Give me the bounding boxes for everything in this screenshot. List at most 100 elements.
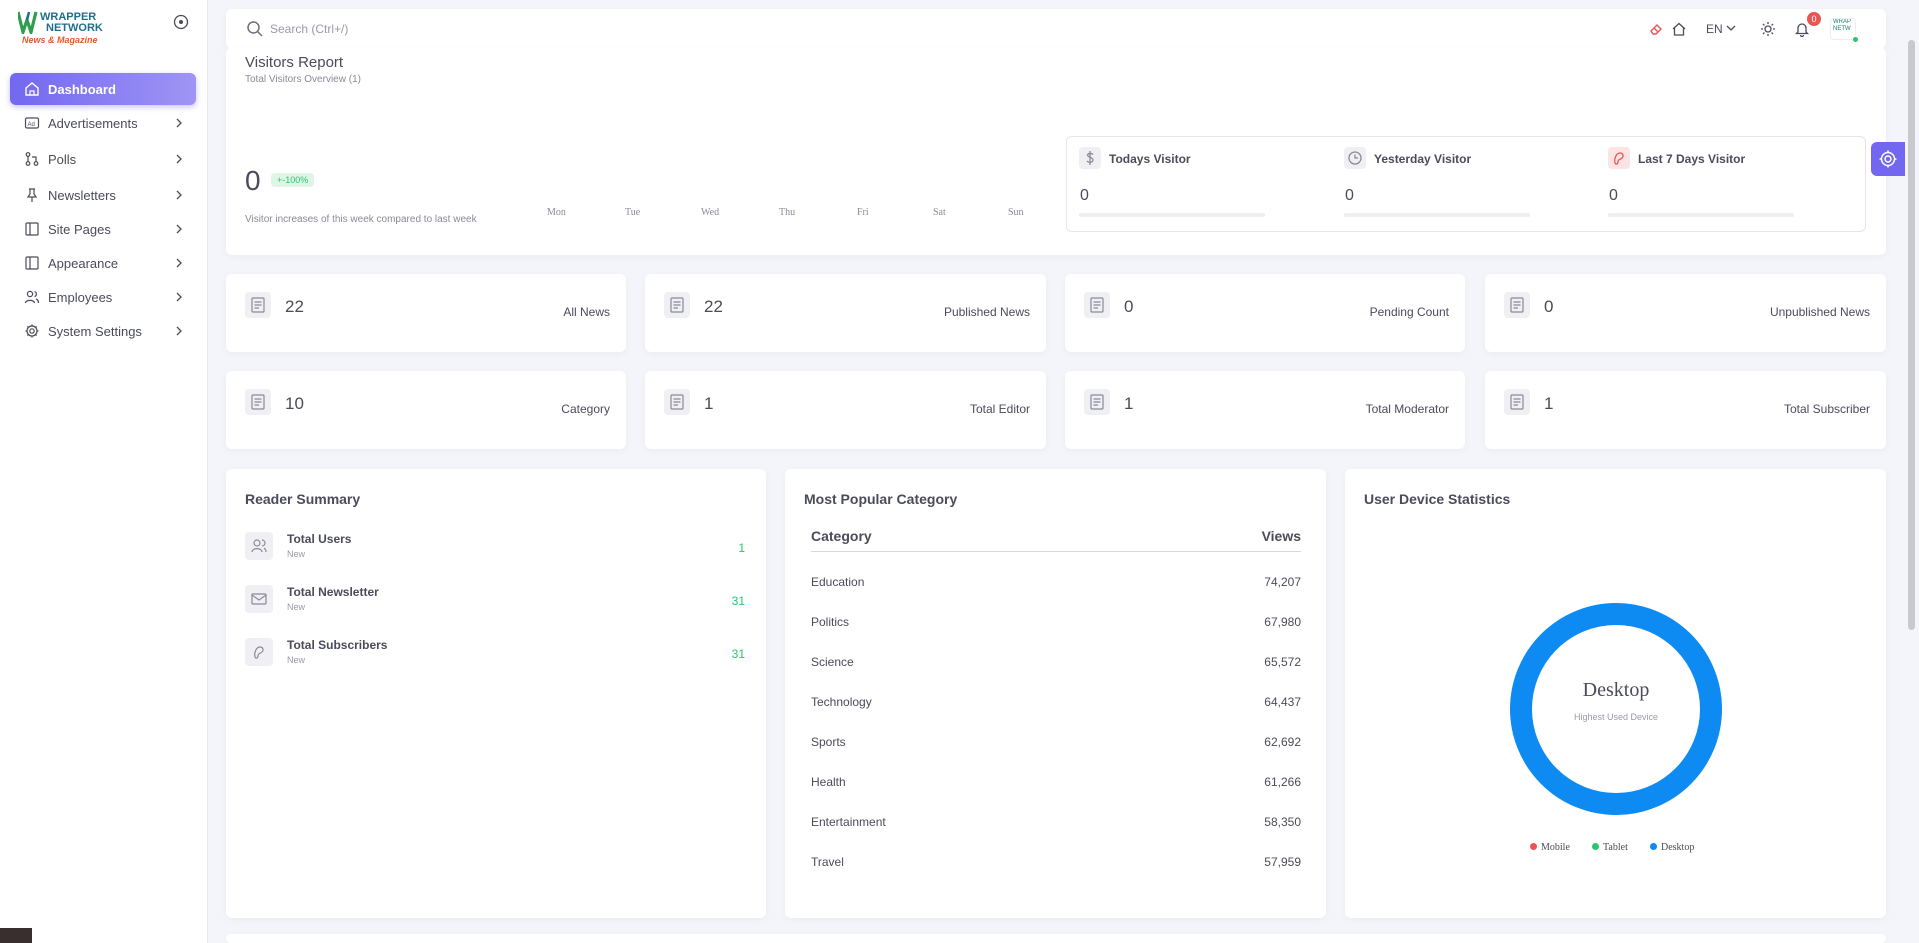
clock-icon <box>1344 147 1366 169</box>
stat-value: 0 <box>1124 297 1134 316</box>
chevron-down-icon[interactable] <box>1725 22 1737 34</box>
stat-value: 22 <box>285 297 304 316</box>
reader-summary-row-users: Total Users New 1 <box>245 532 745 572</box>
stat-card-total-editor[interactable]: 1 Total Editor <box>645 371 1046 449</box>
collapse-sidebar-icon[interactable] <box>173 14 189 30</box>
gear-icon <box>25 324 39 338</box>
category-name: Travel <box>811 855 844 869</box>
sidebar: WRAPPER NETWORK News & Magazine Dashboar… <box>0 0 208 943</box>
stat-card-total-moderator[interactable]: 1 Total Moderator <box>1065 371 1465 449</box>
brand-logo[interactable]: WRAPPER NETWORK News & Magazine <box>18 10 128 50</box>
logo-w-icon <box>18 11 38 34</box>
donut-center-title: Desktop <box>1582 679 1650 701</box>
todays-visitor-label: Todays Visitor <box>1109 152 1191 166</box>
table-row: Health 61,266 <box>811 775 1301 795</box>
users-icon <box>245 532 273 560</box>
polls-icon <box>25 152 39 166</box>
stat-card-published-news[interactable]: 22 Published News <box>645 274 1046 352</box>
table-row: Science 65,572 <box>811 655 1301 675</box>
search-icon[interactable] <box>246 20 264 38</box>
category-views: 57,959 <box>1264 855 1301 869</box>
legend-dot <box>1650 843 1657 850</box>
legend-item-desktop[interactable]: Desktop <box>1650 842 1694 853</box>
svg-text:Ad: Ad <box>28 122 35 128</box>
reader-summary-value: 31 <box>731 594 745 608</box>
category-name: Sports <box>811 735 846 749</box>
legend-label: Tablet <box>1603 842 1628 853</box>
stat-label: Pending Count <box>1369 305 1449 319</box>
sidebar-item-label: Dashboard <box>48 81 116 97</box>
stat-value: 10 <box>285 394 304 413</box>
stat-value: 1 <box>1124 394 1134 413</box>
last-7-days-visitor-label: Last 7 Days Visitor <box>1638 152 1746 166</box>
sidebar-item-newsletters[interactable]: Newsletters <box>10 179 196 211</box>
document-icon <box>245 389 271 415</box>
theme-sun-icon[interactable] <box>1760 21 1776 37</box>
stat-card-unpublished-news[interactable]: 0 Unpublished News <box>1485 274 1886 352</box>
last-7-days-visitor-value: 0 <box>1609 187 1618 204</box>
chevron-right-icon <box>176 224 182 234</box>
sidebar-item-label: Site Pages <box>48 221 111 237</box>
customizer-toggle[interactable] <box>1871 142 1905 176</box>
legend-item-tablet[interactable]: Tablet <box>1592 842 1628 853</box>
reader-summary-value: 1 <box>738 541 745 555</box>
reader-summary-label: Total Users <box>287 532 352 546</box>
reader-summary-value: 31 <box>731 647 745 661</box>
visitors-change-badge: +-100% <box>271 173 315 187</box>
visitors-report-title: Visitors Report <box>245 54 344 71</box>
stat-label: Category <box>561 402 610 416</box>
day-label: Tue <box>625 207 641 218</box>
search-input[interactable] <box>270 17 570 41</box>
table-row: Technology 64,437 <box>811 695 1301 715</box>
category-views: 64,437 <box>1264 695 1301 709</box>
sidebar-item-label: Polls <box>48 151 77 167</box>
legend-label: Mobile <box>1541 842 1570 853</box>
popular-category-card: Most Popular Category Category Views Edu… <box>785 469 1326 918</box>
stat-card-category[interactable]: 10 Category <box>226 371 626 449</box>
reader-summary-row-newsletter: Total Newsletter New 31 <box>245 585 745 625</box>
sidebar-item-polls[interactable]: Polls <box>10 143 196 175</box>
yesterday-visitor: Yesterday Visitor 0 <box>1344 147 1544 227</box>
page-scrollbar[interactable] <box>1908 40 1915 630</box>
chevron-right-icon <box>176 326 182 336</box>
eraser-icon[interactable] <box>1648 21 1664 37</box>
online-status-dot <box>1852 36 1859 43</box>
sidebar-item-dashboard[interactable]: Dashboard <box>10 73 196 105</box>
stat-card-total-subscriber[interactable]: 1 Total Subscriber <box>1485 371 1886 449</box>
dollar-icon <box>1079 147 1101 169</box>
category-views: 65,572 <box>1264 655 1301 669</box>
device-donut-chart: Desktop Highest Used Device <box>1510 603 1722 815</box>
sidebar-item-label: System Settings <box>48 323 142 339</box>
reader-summary-label: Total Newsletter <box>287 585 379 599</box>
category-name: Technology <box>811 695 872 709</box>
day-label: Thu <box>779 207 796 218</box>
sidebar-item-system-settings[interactable]: System Settings <box>10 315 196 347</box>
category-views: 67,980 <box>1264 615 1301 629</box>
language-selector[interactable]: EN <box>1706 22 1723 36</box>
reader-summary-sub: New <box>287 549 306 559</box>
table-row: Travel 57,959 <box>811 855 1301 875</box>
sidebar-item-appearance[interactable]: Appearance <box>10 247 196 279</box>
stat-value: 1 <box>704 394 714 413</box>
gear-icon <box>1879 150 1897 168</box>
notification-badge: 0 <box>1807 12 1821 26</box>
sidebar-item-advertisements[interactable]: Ad Advertisements <box>10 107 196 139</box>
sidebar-item-employees[interactable]: Employees <box>10 281 196 313</box>
stat-card-all-news[interactable]: 22 All News <box>226 274 626 352</box>
category-views: 61,266 <box>1264 775 1301 789</box>
stat-value: 22 <box>704 297 723 316</box>
stat-value: 0 <box>1544 297 1554 316</box>
home-icon[interactable] <box>1671 21 1687 37</box>
sidebar-item-site-pages[interactable]: Site Pages <box>10 213 196 245</box>
stat-card-pending-count[interactable]: 0 Pending Count <box>1065 274 1465 352</box>
reader-summary-sub: New <box>287 655 306 665</box>
donut-segment-desktop <box>1510 603 1722 815</box>
table-row: Entertainment 58,350 <box>811 815 1301 835</box>
document-icon <box>245 292 271 318</box>
todays-visitor-value: 0 <box>1080 187 1089 204</box>
category-name: Science <box>811 655 854 669</box>
legend-item-mobile[interactable]: Mobile <box>1530 842 1570 853</box>
stat-label: All News <box>563 305 610 319</box>
day-label: Mon <box>547 207 566 218</box>
todays-visitor-progress <box>1079 213 1265 217</box>
